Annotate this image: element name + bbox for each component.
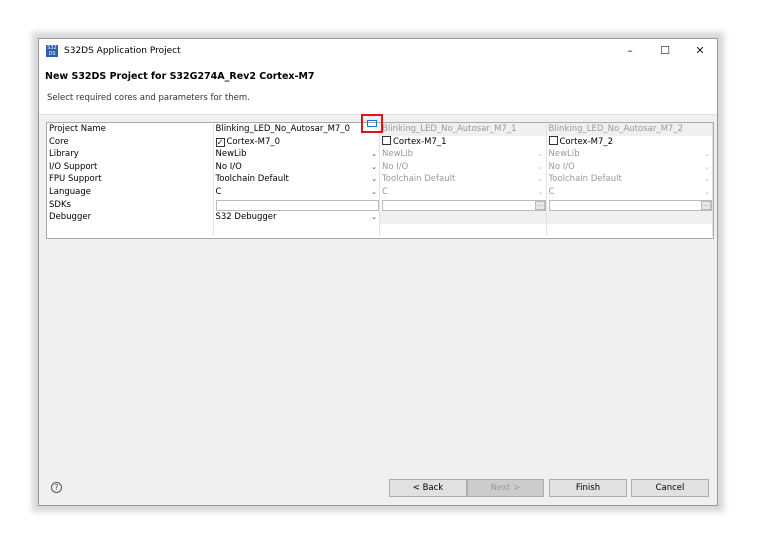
close-button[interactable]: ✕ xyxy=(683,39,717,63)
sdks-input-2[interactable]: ... xyxy=(548,199,712,211)
chevron-down-icon: ⌄ xyxy=(537,150,544,159)
table-row-sdks: SDKs ... ... xyxy=(47,198,713,212)
maximize-button[interactable]: ☐ xyxy=(648,39,682,63)
table-row-debugger: Debugger S32 Debugger ⌄ xyxy=(47,211,713,224)
chevron-down-icon: ⌄ xyxy=(537,175,544,184)
next-button[interactable]: Next > xyxy=(467,479,544,497)
s32ds-app-icon: S32 DS xyxy=(46,45,58,57)
select-value: Toolchain Default xyxy=(215,174,289,185)
row-label: FPU Support xyxy=(47,173,214,186)
chevron-down-icon: ⌄ xyxy=(537,162,544,171)
chevron-down-icon: ⌄ xyxy=(704,175,710,184)
table-row-fpu-support: FPU Support Toolchain Default ⌄ Toolchain… xyxy=(47,173,713,186)
window-title: S32DS Application Project xyxy=(64,46,181,56)
chevron-down-icon: ⌄ xyxy=(371,162,377,171)
row-label: I/O Support xyxy=(47,160,214,174)
page-title: New S32DS Project for S32G274A_Rev2 Cort… xyxy=(45,71,315,82)
fpu-select-0[interactable]: Toolchain Default ⌄ xyxy=(214,173,380,186)
select-value: No I/O xyxy=(382,161,409,172)
select-value: No I/O xyxy=(548,161,575,172)
browse-sdks-button-1[interactable]: ... xyxy=(534,200,545,210)
language-select-1[interactable]: C ⌄ xyxy=(380,185,547,199)
wizard-header: New S32DS Project for S32G274A_Rev2 Cort… xyxy=(39,63,717,115)
chevron-down-icon: ⌄ xyxy=(371,187,377,196)
project-name-input-1[interactable]: Blinking_LED_No_Autosar_M7_1 xyxy=(380,123,547,136)
table-row-io-support: I/O Support No I/O ⌄ No I/O ⌄ No I/O ⌄ xyxy=(47,160,713,174)
application-project-dialog: S32 DS S32DS Application Project – ☐ ✕ Ne… xyxy=(38,38,718,506)
back-button[interactable]: < Back xyxy=(389,479,467,497)
project-name-input-2[interactable]: Blinking_LED_No_Autosar_M7_2 xyxy=(546,123,713,136)
browse-sdks-button-2[interactable]: ... xyxy=(701,200,711,210)
language-select-2[interactable]: C ⌄ xyxy=(547,185,713,199)
chevron-down-icon: ⌄ xyxy=(537,187,544,196)
select-value: Toolchain Default xyxy=(548,174,622,185)
chevron-down-icon: ⌄ xyxy=(371,150,377,159)
row-label: Debugger xyxy=(47,211,214,224)
core-checkbox-0[interactable]: ✓ Cortex-M7_0 xyxy=(214,135,380,149)
library-select-0[interactable]: NewLib ⌄ xyxy=(214,148,380,161)
row-label: Language xyxy=(47,185,214,199)
chevron-down-icon: ⌄ xyxy=(704,150,710,159)
language-select-0[interactable]: C ⌄ xyxy=(214,185,380,199)
row-label: SDKs xyxy=(47,198,214,212)
table-row-library: Library NewLib ⌄ NewLib ⌄ NewLib ⌄ xyxy=(47,148,713,161)
io-select-2[interactable]: No I/O ⌄ xyxy=(547,160,713,174)
core-checkbox-2[interactable]: Cortex-M7_2 xyxy=(547,135,713,149)
checkbox-unchecked-icon xyxy=(548,135,558,145)
fpu-select-1[interactable]: Toolchain Default ⌄ xyxy=(380,173,547,186)
sdks-input-1[interactable]: ... xyxy=(382,199,546,211)
select-value: NewLib xyxy=(215,149,247,160)
core-label: Cortex-M7_2 xyxy=(559,136,614,147)
cancel-button[interactable]: Cancel xyxy=(631,479,709,497)
minimize-button[interactable]: – xyxy=(613,39,647,63)
checkbox-checked-icon: ✓ xyxy=(215,137,225,147)
cores-parameters-table: Project Name Blinking_LED_No_Autosar_M7_… xyxy=(46,122,714,239)
row-label: Core xyxy=(47,135,214,149)
core-label: Cortex-M7_0 xyxy=(226,136,281,147)
chevron-down-icon: ⌄ xyxy=(704,162,710,171)
select-value: S32 Debugger xyxy=(215,212,277,223)
browse-sdks-button-0-highlighted[interactable] xyxy=(361,114,383,133)
select-value: C xyxy=(382,186,388,197)
browse-icon xyxy=(367,120,377,127)
help-icon[interactable]: ? xyxy=(51,482,62,493)
empty-cell xyxy=(546,211,713,224)
table-row-core: Core ✓ Cortex-M7_0 Cortex-M7_1 Cortex-M7_… xyxy=(47,135,713,149)
table-row-empty xyxy=(47,223,713,237)
title-bar: S32 DS S32DS Application Project – ☐ ✕ xyxy=(39,39,717,63)
core-checkbox-1[interactable]: Cortex-M7_1 xyxy=(380,135,547,149)
io-select-0[interactable]: No I/O ⌄ xyxy=(214,160,380,174)
table-row-language: Language C ⌄ C ⌄ C ⌄ xyxy=(47,185,713,199)
fpu-select-2[interactable]: Toolchain Default ⌄ xyxy=(547,173,713,186)
select-value: C xyxy=(215,186,222,197)
library-select-1[interactable]: NewLib ⌄ xyxy=(380,148,547,161)
io-select-1[interactable]: No I/O ⌄ xyxy=(380,160,547,174)
row-label: Project Name xyxy=(47,123,214,136)
select-value: No I/O xyxy=(215,161,242,172)
select-value: Toolchain Default xyxy=(382,174,456,185)
sdks-input-0[interactable] xyxy=(215,199,379,211)
checkbox-unchecked-icon xyxy=(382,135,391,145)
debugger-select-0[interactable]: S32 Debugger ⌄ xyxy=(214,211,380,224)
chevron-down-icon: ⌄ xyxy=(704,187,710,196)
empty-cell xyxy=(380,211,547,224)
select-value: NewLib xyxy=(548,149,580,160)
finish-button[interactable]: Finish xyxy=(549,479,627,497)
select-value: NewLib xyxy=(382,149,414,160)
page-subtitle: Select required cores and parameters for… xyxy=(47,93,250,103)
row-label: Library xyxy=(47,148,214,161)
chevron-down-icon: ⌄ xyxy=(371,175,377,184)
chevron-down-icon: ⌄ xyxy=(371,213,377,222)
select-value: C xyxy=(548,186,555,197)
library-select-2[interactable]: NewLib ⌄ xyxy=(547,148,713,161)
core-label: Cortex-M7_1 xyxy=(393,136,447,147)
project-name-input-0[interactable]: Blinking_LED_No_Autosar_M7_0 xyxy=(214,123,380,136)
